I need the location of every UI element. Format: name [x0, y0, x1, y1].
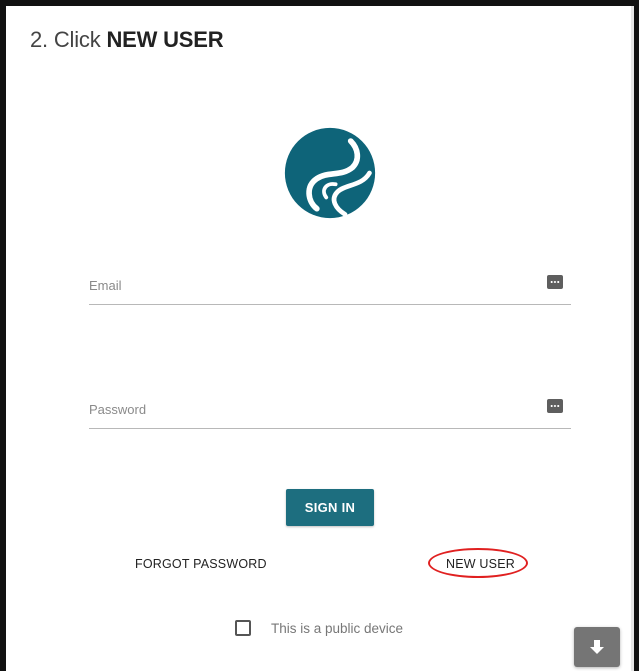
- download-button[interactable]: [574, 627, 620, 667]
- brand-logo-icon: [284, 127, 376, 219]
- forgot-password-link[interactable]: FORGOT PASSWORD: [135, 557, 267, 571]
- password-input[interactable]: [89, 394, 529, 424]
- screenshot-frame: [0, 0, 639, 671]
- email-input[interactable]: [89, 270, 529, 300]
- public-device-option: This is a public device: [235, 618, 403, 638]
- new-user-link[interactable]: NEW USER: [446, 557, 515, 571]
- download-arrow-icon: [590, 640, 604, 654]
- step-instruction-prefix: 2. Click: [30, 27, 107, 52]
- password-manager-icon[interactable]: [547, 275, 563, 289]
- scrollbar-track: [631, 6, 634, 671]
- public-device-label: This is a public device: [271, 620, 404, 636]
- password-field: [89, 394, 571, 429]
- step-instruction-emphasis: NEW USER: [106, 27, 224, 52]
- password-manager-icon[interactable]: [547, 399, 563, 413]
- public-device-checkbox[interactable]: [235, 620, 251, 636]
- sign-in-button[interactable]: SIGN IN: [286, 489, 374, 526]
- step-instruction: 2. Click NEW USER: [30, 27, 224, 53]
- email-field: [89, 270, 571, 305]
